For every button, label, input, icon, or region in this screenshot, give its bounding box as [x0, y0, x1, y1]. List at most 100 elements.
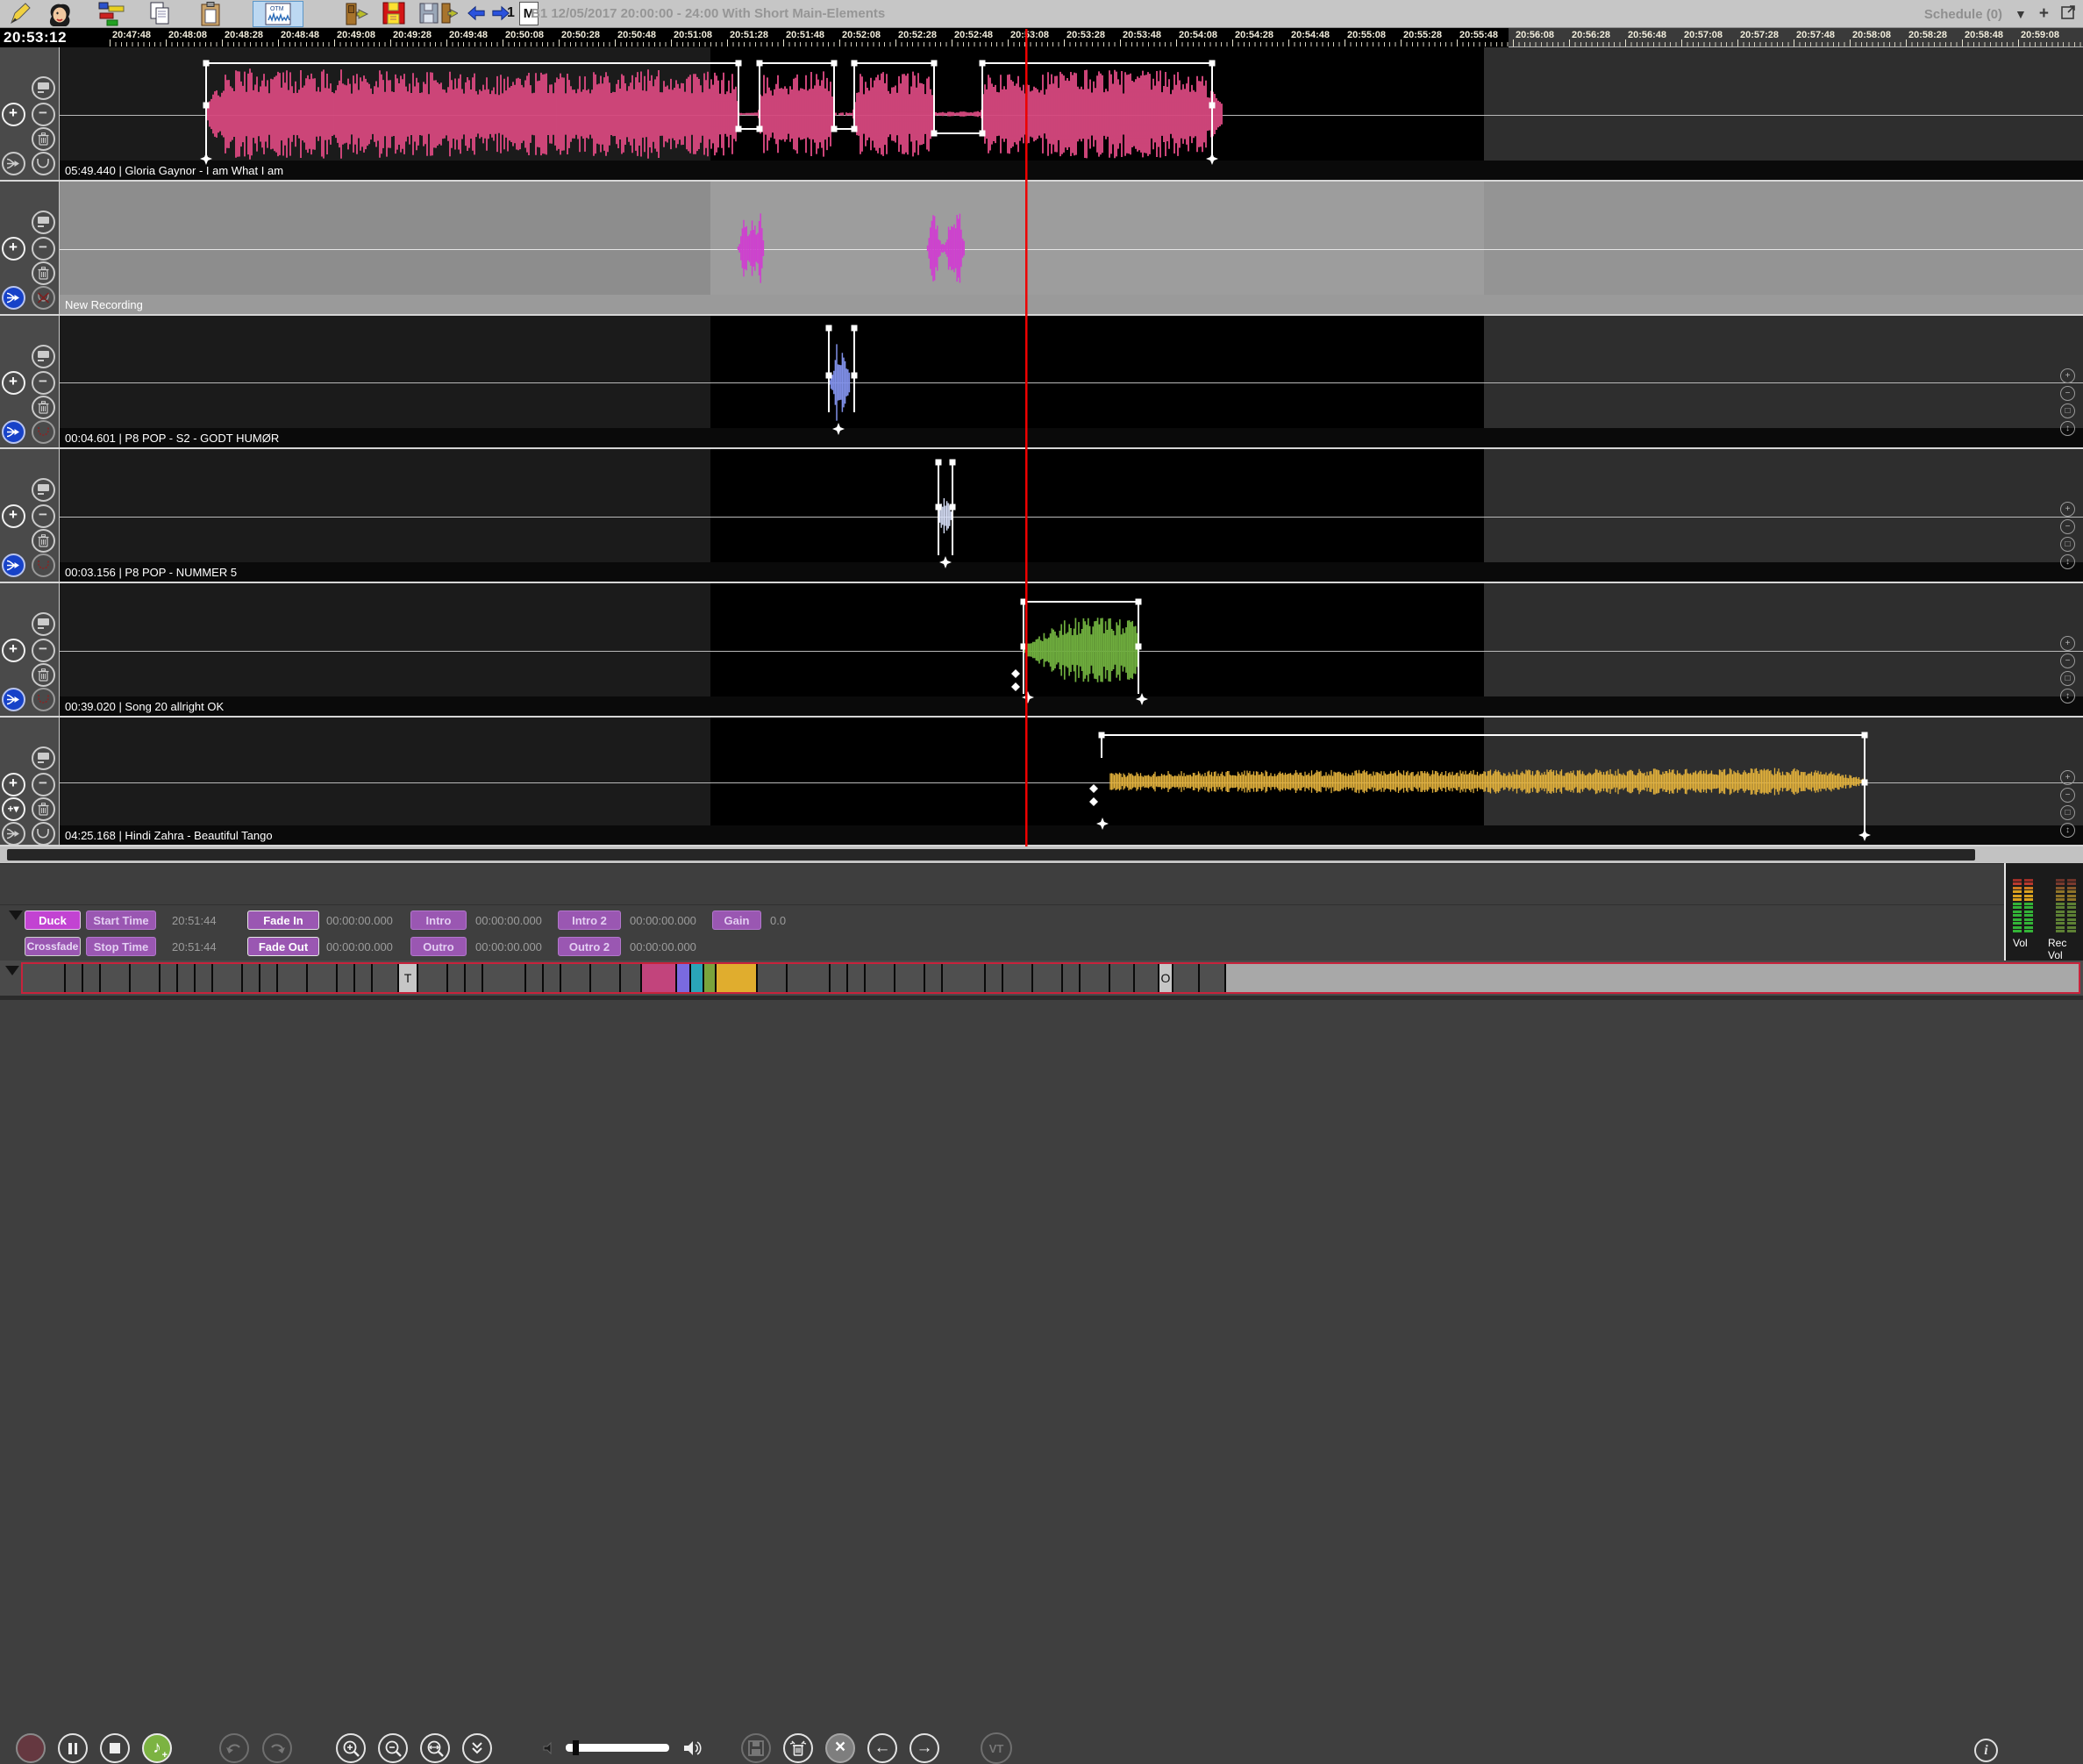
cart-slot[interactable]	[621, 964, 642, 992]
save-take-icon[interactable]	[741, 1733, 771, 1763]
fade-in-button[interactable]: Fade In	[247, 911, 319, 930]
cart-slot[interactable]	[986, 964, 1003, 992]
fade-out-button[interactable]: Fade Out	[247, 937, 319, 956]
go-previous-button[interactable]: ←	[867, 1733, 897, 1763]
track-zoom-out-icon[interactable]: −	[32, 103, 55, 126]
track-mini-zoom-out-icon[interactable]: −	[2060, 788, 2075, 803]
track-row-3[interactable]: 00:04.601 | P8 POP - S2 - GODT HUMØR+−+−…	[0, 316, 2083, 449]
track-row-2[interactable]: New Recording+−	[0, 182, 2083, 316]
cart-slot[interactable]	[161, 964, 178, 992]
schedule-popout-icon[interactable]	[2061, 4, 2076, 24]
track-mini-zoom-out-icon[interactable]: −	[2060, 653, 2075, 668]
track-zoom-out-icon[interactable]: −	[32, 639, 55, 662]
track-add-menu-icon[interactable]: +▾	[2, 797, 25, 821]
cart-slot[interactable]	[418, 964, 448, 992]
track-mini-zoom-in-icon[interactable]: +	[2060, 368, 2075, 383]
track-mini-resize-icon[interactable]: ↕	[2060, 421, 2075, 436]
cart-slot[interactable]	[131, 964, 161, 992]
track-delete-icon[interactable]	[32, 396, 55, 419]
cart-slot[interactable]	[691, 964, 704, 992]
save-icon[interactable]	[382, 2, 405, 25]
stop-button[interactable]	[100, 1733, 130, 1763]
save-and-close-icon[interactable]	[419, 2, 458, 26]
track-mini-resize-icon[interactable]: ↕	[2060, 689, 2075, 703]
track-zoom-in-icon[interactable]: +	[2, 504, 25, 528]
voice-track-button[interactable]: VT	[981, 1732, 1012, 1764]
cart-slot[interactable]	[526, 964, 544, 992]
cart-slot[interactable]	[925, 964, 943, 992]
panel-collapse-icon[interactable]	[9, 911, 23, 920]
track-mini-box-icon[interactable]: □	[2060, 537, 2075, 552]
track-envelope-icon[interactable]	[32, 152, 55, 175]
cart-slot[interactable]	[943, 964, 986, 992]
duck-button[interactable]: Duck	[25, 911, 81, 930]
cart-slot[interactable]	[373, 964, 399, 992]
track-minimize-icon[interactable]	[32, 76, 55, 100]
cart-slot[interactable]	[848, 964, 866, 992]
play-insert-button[interactable]: ♪+	[142, 1733, 172, 1763]
info-icon[interactable]: i	[1974, 1739, 1998, 1762]
intro2-button[interactable]: Intro 2	[558, 911, 621, 930]
track-row-6[interactable]: 04:25.168 | Hindi Zahra - Beautiful Tang…	[0, 718, 2083, 846]
track-mini-zoom-out-icon[interactable]: −	[2060, 386, 2075, 401]
intro-button[interactable]: Intro	[410, 911, 467, 930]
cancel-button[interactable]: ×	[825, 1733, 855, 1763]
cart-slot[interactable]	[1033, 964, 1063, 992]
track-mini-zoom-in-icon[interactable]: +	[2060, 502, 2075, 517]
cart-slot[interactable]	[355, 964, 373, 992]
schedule-add-icon[interactable]: +	[2039, 4, 2049, 24]
cart-slot[interactable]	[1063, 964, 1081, 992]
track-mini-resize-icon[interactable]: ↕	[2060, 554, 2075, 569]
gain-button[interactable]: Gain	[712, 911, 761, 930]
stop-time-button[interactable]: Stop Time	[86, 937, 156, 956]
cart-slot[interactable]	[717, 964, 758, 992]
track-route-icon[interactable]	[2, 688, 25, 711]
zoom-fit-icon[interactable]	[420, 1733, 450, 1763]
track-route-icon[interactable]	[2, 152, 25, 175]
track-mini-box-icon[interactable]: □	[2060, 671, 2075, 686]
track-row-4[interactable]: 00:03.156 | P8 POP - NUMMER 5+−+−□↕	[0, 449, 2083, 583]
import-door-icon[interactable]	[344, 2, 368, 26]
zoom-in-icon[interactable]	[336, 1733, 366, 1763]
track-mini-zoom-in-icon[interactable]: +	[2060, 636, 2075, 651]
cart-slot[interactable]	[278, 964, 308, 992]
cart-slot[interactable]	[196, 964, 213, 992]
timeline-ruler[interactable]: 20:53:12 20:47:4820:48:0820:48:2820:48:4…	[0, 28, 2083, 47]
cart-slot[interactable]	[1110, 964, 1135, 992]
track-route-icon[interactable]	[2, 420, 25, 444]
track-zoom-out-icon[interactable]: −	[32, 371, 55, 395]
volume-slider[interactable]	[566, 1744, 669, 1752]
track-minimize-icon[interactable]	[32, 478, 55, 502]
track-row-5[interactable]: 00:39.020 | Song 20 allright OK+−+−□↕	[0, 583, 2083, 718]
edit-pencil-icon[interactable]	[7, 2, 32, 26]
cart-slot-o[interactable]: O	[1159, 964, 1173, 992]
outro2-button[interactable]: Outro 2	[558, 937, 621, 956]
scrollbar-thumb[interactable]	[7, 849, 1975, 861]
track-mini-zoom-in-icon[interactable]: +	[2060, 770, 2075, 785]
track-delete-icon[interactable]	[32, 797, 55, 821]
track-delete-icon[interactable]	[32, 663, 55, 687]
pause-button[interactable]	[58, 1733, 88, 1763]
cart-slot[interactable]	[788, 964, 831, 992]
cart-slot[interactable]	[178, 964, 196, 992]
cleanup-tracks-icon[interactable]	[783, 1733, 813, 1763]
copy-documents-icon[interactable]	[149, 2, 172, 26]
track-route-icon[interactable]	[2, 553, 25, 577]
track-zoom-out-icon[interactable]: −	[32, 237, 55, 261]
track-zoom-in-icon[interactable]: +	[2, 639, 25, 662]
track-minimize-icon[interactable]	[32, 211, 55, 234]
volume-slider-thumb[interactable]	[573, 1740, 579, 1755]
cart-slot[interactable]	[1173, 964, 1200, 992]
cart-slot[interactable]	[831, 964, 848, 992]
track-route-icon[interactable]	[2, 822, 25, 846]
track-no-envelope-icon[interactable]	[32, 286, 55, 310]
cart-slot[interactable]	[591, 964, 621, 992]
cart-slot[interactable]	[466, 964, 483, 992]
cart-slot[interactable]	[1003, 964, 1033, 992]
cart-slot[interactable]	[260, 964, 278, 992]
cart-dropdown-icon[interactable]	[5, 966, 19, 975]
expand-all-icon[interactable]	[462, 1733, 492, 1763]
track-zoom-in-icon[interactable]: +	[2, 103, 25, 126]
track-mini-box-icon[interactable]: □	[2060, 805, 2075, 820]
track-minimize-icon[interactable]	[32, 612, 55, 636]
